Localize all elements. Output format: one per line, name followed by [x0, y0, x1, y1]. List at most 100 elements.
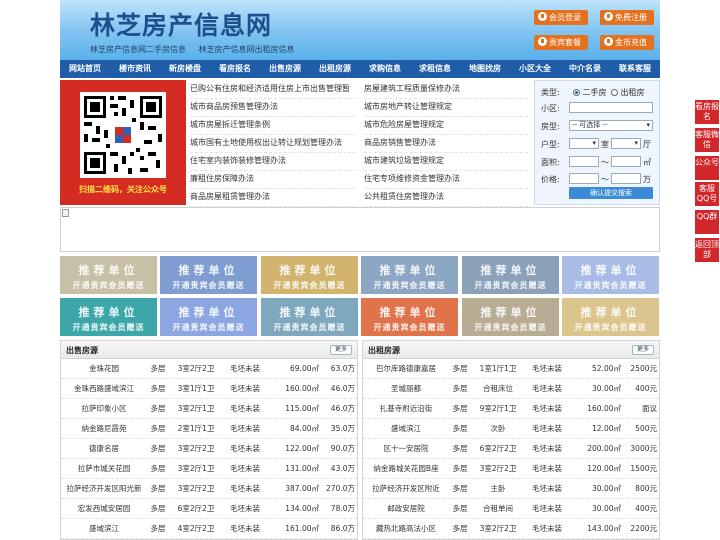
- listing-name[interactable]: 拉萨印象小区: [65, 399, 143, 418]
- nav-home[interactable]: 网站首页: [60, 60, 110, 78]
- listing-name[interactable]: 圣城丽都: [367, 379, 445, 398]
- listing-row[interactable]: 纳金路尼霞苑 多层 2室1厅1卫 毛坯未装 84.00㎡ 35.0万: [61, 419, 357, 439]
- recharge-button[interactable]: 金币充值: [600, 35, 654, 50]
- policy-link[interactable]: 城市房地产转让管理规定: [364, 98, 528, 117]
- listing-row[interactable]: 拉萨市城关花园 多层 3室2厅1卫 毛坯未装 131.00㎡ 43.0万: [61, 459, 357, 479]
- listing-name[interactable]: 金珠西路盛域滨江: [65, 379, 143, 398]
- ad-banner[interactable]: [60, 207, 660, 252]
- listing-row[interactable]: 纳金路城关花园B座 多层 3室2厅2卫 毛坯未装 120.00㎡ 1500元: [363, 459, 659, 479]
- policy-link[interactable]: 公共租赁住房管理办法: [364, 188, 528, 207]
- house-type-select[interactable]: -- 可选择 -- ▾: [569, 120, 653, 131]
- nav-agents[interactable]: 中介名录: [560, 60, 610, 78]
- nav-sale[interactable]: 出售房源: [260, 60, 310, 78]
- nav-new-homes[interactable]: 新房楼盘: [160, 60, 210, 78]
- float-qq-group[interactable]: QQ群: [695, 210, 719, 234]
- policy-link[interactable]: 城市危险房屋管理规定: [364, 116, 528, 135]
- listing-row[interactable]: 金珠花园 多层 3室2厅2卫 毛坯未装 69.00㎡ 63.0万: [61, 359, 357, 379]
- subtitle-rent-link[interactable]: 林芝房产信息网出租房信息: [199, 45, 295, 54]
- nav-map[interactable]: 地图找房: [460, 60, 510, 78]
- listing-name[interactable]: 纳金路尼霞苑: [65, 419, 143, 438]
- nav-news[interactable]: 楼市资讯: [110, 60, 160, 78]
- listing-name[interactable]: 盛域滨江: [367, 419, 445, 438]
- recommend-tile[interactable]: 推荐单位 开通贵宾会员赠送: [361, 256, 458, 294]
- area-max-input[interactable]: [611, 156, 641, 167]
- float-service-wechat[interactable]: 客服微信: [695, 128, 719, 152]
- recommend-tile[interactable]: 推荐单位 开通贵宾会员赠送: [361, 298, 458, 336]
- listing-name[interactable]: 盛域滨江: [65, 519, 143, 538]
- policy-link[interactable]: 住宅专项维修资金管理办法: [364, 170, 528, 189]
- listing-name[interactable]: 拉萨经济开发区阳光新: [65, 479, 143, 498]
- listing-name[interactable]: 区十一安居院: [367, 439, 445, 458]
- policy-link[interactable]: 城市国有土地使用权出让转让规划管理办法: [190, 134, 356, 153]
- recommend-tile[interactable]: 推荐单位 开通贵宾会员赠送: [261, 256, 358, 294]
- nav-support[interactable]: 联系客服: [610, 60, 660, 78]
- area-min-input[interactable]: [569, 156, 599, 167]
- recommend-tile[interactable]: 推荐单位 开通贵宾会员赠送: [562, 256, 659, 294]
- login-button[interactable]: 会员登录: [534, 10, 588, 25]
- listing-row[interactable]: 拉萨经济开发区附近 多层 主卧 毛坯未装 30.00㎡ 800元: [363, 479, 659, 499]
- rent-more-button[interactable]: 更多: [632, 345, 654, 355]
- policy-link[interactable]: 商品房屋租赁管理办法: [190, 188, 356, 207]
- nav-communities[interactable]: 小区大全: [510, 60, 560, 78]
- nav-rent[interactable]: 出租房源: [310, 60, 360, 78]
- policy-link[interactable]: 已购公有住房和经济适用住房上市出售管理暂: [190, 80, 356, 99]
- listing-row[interactable]: 圣城丽都 多层 合租床位 毛坯未装 30.00㎡ 400元: [363, 379, 659, 399]
- site-title[interactable]: 林芝房产信息网: [90, 6, 272, 42]
- vip-package-button[interactable]: 贵宾套餐: [534, 35, 588, 50]
- listing-row[interactable]: 扎基寺附近沿街 多层 9室2厅1卫 毛坯未装 160.00㎡ 面议: [363, 399, 659, 419]
- nav-want-buy[interactable]: 求购信息: [360, 60, 410, 78]
- listing-row[interactable]: 拉萨经济开发区阳光新 多层 3室2厅2卫 毛坯未装 387.00㎡ 270.0万: [61, 479, 357, 499]
- policy-link[interactable]: 城市建筑垃圾管理规定: [364, 152, 528, 171]
- listing-row[interactable]: 拉萨印象小区 多层 3室2厅1卫 毛坯未装 115.00㎡ 46.0万: [61, 399, 357, 419]
- recommend-tile[interactable]: 推荐单位 开通贵宾会员赠送: [60, 298, 157, 336]
- listing-name[interactable]: 扎基寺附近沿街: [367, 399, 445, 418]
- policy-link[interactable]: 城市房屋拆迁管理条例: [190, 116, 356, 135]
- recommend-tile[interactable]: 推荐单位 开通贵宾会员赠送: [160, 298, 257, 336]
- radio-rental-button[interactable]: [611, 89, 618, 96]
- hall-select[interactable]: ▾: [611, 138, 641, 149]
- listing-row[interactable]: 德康名居 多层 3室2厅2卫 毛坯未装 122.00㎡ 90.0万: [61, 439, 357, 459]
- recommend-tile[interactable]: 推荐单位 开通贵宾会员赠送: [462, 256, 559, 294]
- radio-secondhand[interactable]: 二手房: [573, 87, 607, 98]
- listing-name[interactable]: 巴尔库路德康嘉居: [367, 359, 445, 378]
- recommend-tile[interactable]: 推荐单位 开通贵宾会员赠送: [562, 298, 659, 336]
- policy-link[interactable]: 商品房销售管理办法: [364, 134, 528, 153]
- recommend-tile[interactable]: 推荐单位 开通贵宾会员赠送: [462, 298, 559, 336]
- price-max-input[interactable]: [611, 173, 641, 184]
- listing-row[interactable]: 金珠西路盛域滨江 多层 3室1厅1卫 毛坯未装 160.00㎡ 46.0万: [61, 379, 357, 399]
- float-back-to-top[interactable]: 返回顶部: [695, 238, 719, 262]
- float-viewing-signup[interactable]: 看房报名: [695, 100, 719, 124]
- listing-row[interactable]: 巴尔库路德康嘉居 多层 1室1厅1卫 毛坯未装 52.00㎡ 2500元: [363, 359, 659, 379]
- nav-viewing-signup[interactable]: 看房报名: [210, 60, 260, 78]
- district-input[interactable]: [569, 102, 653, 113]
- listing-row[interactable]: 盛域滨江 多层 次卧 毛坯未装 12.00㎡ 500元: [363, 419, 659, 439]
- listing-row[interactable]: 藏热北路高法小区 多层 3室2厅2卫 毛坯未装 143.00㎡ 2200元: [363, 519, 659, 539]
- register-button[interactable]: 免费注册: [600, 10, 654, 25]
- room-select[interactable]: ▾: [569, 138, 599, 149]
- price-min-input[interactable]: [569, 173, 599, 184]
- listing-row[interactable]: 区十一安居院 多层 6室2厅2卫 毛坯未装 200.00㎡ 3000元: [363, 439, 659, 459]
- policy-link[interactable]: 住宅室内装饰装修管理办法: [190, 152, 356, 171]
- listing-name[interactable]: 宏发西城安居园: [65, 499, 143, 518]
- policy-link[interactable]: 房屋建筑工程质量保修办法: [364, 80, 528, 99]
- listing-row[interactable]: 盛域滨江 多层 4室2厅2卫 毛坯未装 161.00㎡ 86.0万: [61, 519, 357, 539]
- listing-name[interactable]: 藏热北路高法小区: [367, 519, 445, 538]
- policy-link[interactable]: 廉租住房保障办法: [190, 170, 356, 189]
- listing-name[interactable]: 拉萨市城关花园: [65, 459, 143, 478]
- recommend-tile[interactable]: 推荐单位 开通贵宾会员赠送: [60, 256, 157, 294]
- listing-name[interactable]: 德康名居: [65, 439, 143, 458]
- listing-name[interactable]: 邮政安居院: [367, 499, 445, 518]
- radio-secondhand-button[interactable]: [573, 89, 580, 96]
- search-submit-button[interactable]: 确认提交搜索: [569, 187, 653, 199]
- listing-name[interactable]: 纳金路城关花园B座: [367, 459, 445, 478]
- subtitle-sale-link[interactable]: 林芝房产信息网二手房信息: [90, 45, 186, 54]
- recommend-tile[interactable]: 推荐单位 开通贵宾会员赠送: [160, 256, 257, 294]
- listing-name[interactable]: 拉萨经济开发区附近: [367, 479, 445, 498]
- sale-more-button[interactable]: 更多: [330, 345, 352, 355]
- listing-row[interactable]: 宏发西城安居园 多层 6室2厅2卫 毛坯未装 134.00㎡ 78.0万: [61, 499, 357, 519]
- policy-link[interactable]: 城市商品房预售管理办法: [190, 98, 356, 117]
- float-official-account[interactable]: 公众号: [695, 156, 719, 180]
- radio-rental[interactable]: 出租房: [611, 87, 645, 98]
- float-service-qq[interactable]: 客服QQ号: [695, 182, 719, 206]
- recommend-tile[interactable]: 推荐单位 开通贵宾会员赠送: [261, 298, 358, 336]
